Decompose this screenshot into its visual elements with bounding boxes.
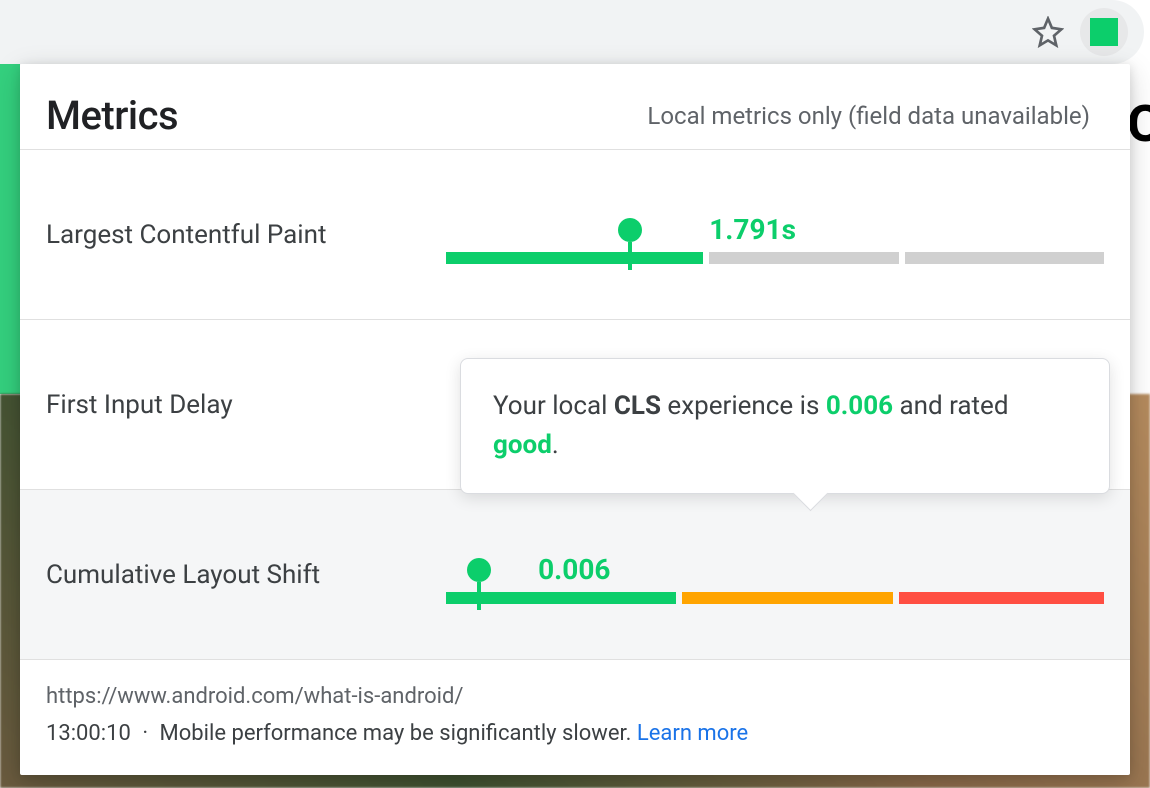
browser-address-bar — [0, 0, 1144, 64]
gauge-seg-poor — [905, 252, 1104, 264]
extension-button[interactable] — [1080, 8, 1128, 56]
footer-warning: Mobile performance may be significantly … — [160, 721, 632, 746]
gauge-bar-cls — [446, 592, 1104, 604]
popup-subtitle: Local metrics only (field data unavailab… — [647, 102, 1090, 130]
tooltip-text-prefix: Your local — [493, 391, 614, 421]
popup-footer: https://www.android.com/what-is-android/… — [20, 659, 1130, 775]
tooltip-rating: good — [493, 430, 552, 460]
gauge-seg-poor — [899, 592, 1104, 604]
marker-dot-icon — [618, 218, 642, 242]
marker-dot-icon — [467, 558, 491, 582]
learn-more-link[interactable]: Learn more — [637, 721, 748, 746]
tooltip-text-suffix: . — [552, 430, 559, 460]
bookmark-star-icon[interactable] — [1032, 16, 1064, 48]
metric-value-cls: 0.006 — [538, 553, 610, 586]
tooltip-text-mid: experience is — [661, 391, 826, 421]
popup-title: Metrics — [46, 92, 178, 139]
gauge-marker-lcp — [618, 218, 642, 270]
tooltip-value: 0.006 — [826, 391, 893, 421]
gauge-bar-lcp — [446, 252, 1104, 264]
extension-status-icon — [1090, 18, 1118, 46]
gauge-marker-cls — [467, 558, 491, 610]
footer-time: 13:00:10 — [46, 721, 131, 746]
metric-row-lcp[interactable]: Largest Contentful Paint 1.791s — [20, 149, 1130, 319]
footer-line2: 13:00:10 · Mobile performance may be sig… — [46, 715, 1104, 752]
tooltip-metric-abbr: CLS — [614, 391, 661, 421]
marker-stem — [477, 582, 481, 610]
metric-label-cls: Cumulative Layout Shift — [46, 560, 446, 590]
gauge-seg-good — [446, 252, 703, 264]
cls-tooltip: Your local CLS experience is 0.006 and r… — [460, 358, 1110, 494]
metric-gauge-cls: 0.006 — [446, 540, 1104, 610]
metric-row-cls[interactable]: Cumulative Layout Shift 0.006 — [20, 489, 1130, 659]
metric-label-fid: First Input Delay — [46, 390, 446, 420]
gauge-seg-ni — [709, 252, 900, 264]
metric-value-lcp: 1.791s — [709, 213, 796, 246]
metric-label-lcp: Largest Contentful Paint — [46, 220, 446, 250]
separator-dot: · — [136, 721, 154, 746]
page-background-letter: c — [1127, 78, 1150, 158]
metric-gauge-lcp: 1.791s — [446, 200, 1104, 270]
popup-header: Metrics Local metrics only (field data u… — [20, 64, 1130, 149]
tooltip-text-mid2: and rated — [893, 391, 1008, 421]
footer-url: https://www.android.com/what-is-android/ — [46, 678, 1104, 715]
gauge-seg-ni — [682, 592, 893, 604]
marker-stem — [628, 242, 632, 270]
